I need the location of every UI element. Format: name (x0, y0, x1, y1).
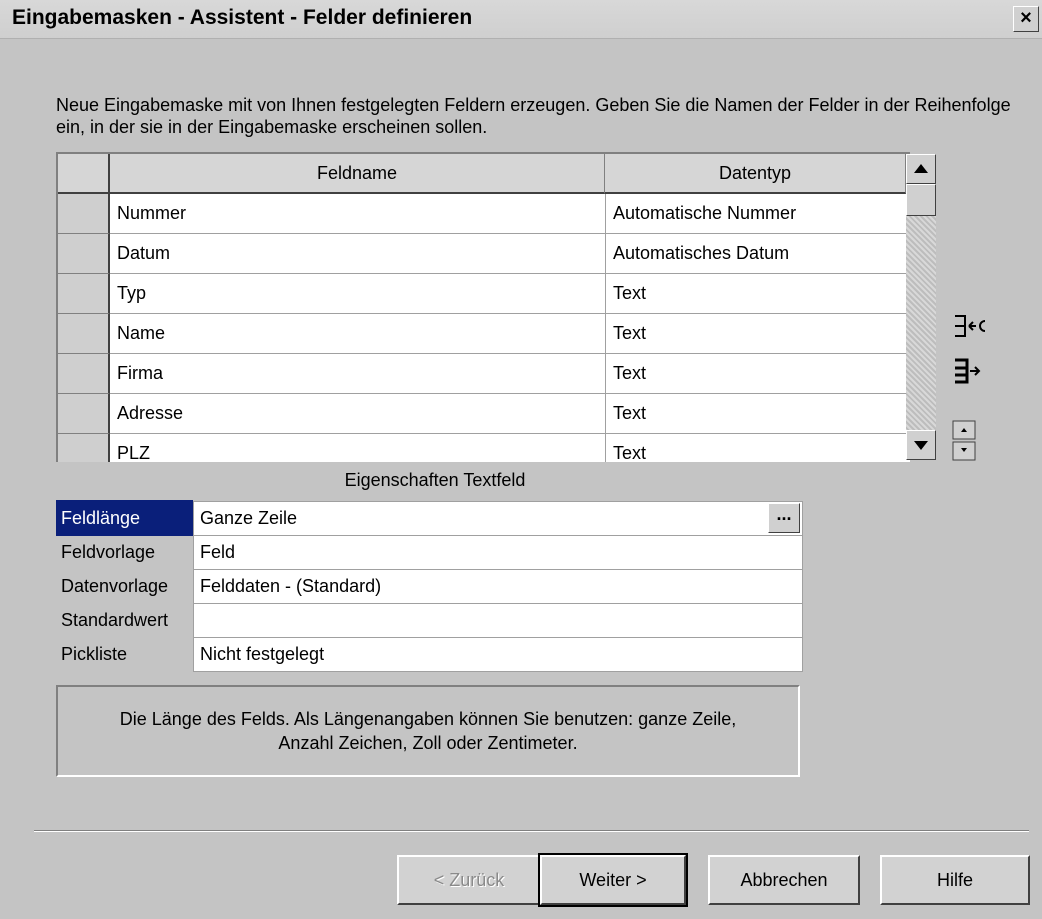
row-selector[interactable] (58, 234, 110, 274)
field-name-cell[interactable]: PLZ (110, 434, 606, 462)
property-row[interactable]: Feldvorlage Feld (56, 534, 803, 570)
data-type-cell[interactable]: Text (606, 314, 909, 353)
description-box: Die Länge des Felds. Als Längenangaben k… (56, 685, 800, 777)
arrow-down-icon (914, 441, 928, 450)
property-label[interactable]: Feldvorlage (56, 534, 193, 570)
table-row[interactable]: Nummer Automatische Nummer (110, 194, 910, 234)
field-name-cell[interactable]: Name (110, 314, 606, 353)
property-value[interactable]: Nicht festgelegt (193, 637, 803, 672)
delete-field-icon[interactable] (952, 312, 986, 340)
data-type-cell[interactable]: Automatisches Datum (606, 234, 909, 273)
scroll-thumb[interactable] (906, 184, 936, 216)
help-button[interactable]: Hilfe (880, 855, 1030, 905)
description-line: Die Länge des Felds. Als Längenangaben k… (119, 709, 737, 729)
intro-text: Neue Eingabemaske mit von Ihnen festgele… (56, 95, 1011, 137)
window-title: Eingabemasken - Assistent - Felder defin… (12, 6, 473, 29)
back-button[interactable]: < Zurück (397, 855, 541, 905)
properties-caption: Eigenschaften Textfeld (344, 470, 526, 490)
grid-corner (58, 154, 110, 194)
table-row[interactable]: PLZ Text (110, 434, 910, 462)
field-name-cell[interactable]: Firma (110, 354, 606, 393)
property-value[interactable]: Feld (193, 535, 803, 570)
property-value[interactable]: Felddaten - (Standard) (193, 569, 803, 604)
property-row[interactable]: Standardwert (56, 602, 803, 638)
property-value[interactable] (193, 603, 803, 638)
row-selector[interactable] (58, 434, 110, 462)
table-row[interactable]: Adresse Text (110, 394, 910, 434)
table-row[interactable]: Firma Text (110, 354, 910, 394)
data-type-cell[interactable]: Text (606, 354, 909, 393)
column-header-datentyp[interactable]: Datentyp (605, 154, 906, 194)
next-button[interactable]: Weiter > (538, 853, 688, 907)
column-header-feldname[interactable]: Feldname (110, 154, 605, 194)
property-label[interactable]: Pickliste (56, 636, 193, 672)
vertical-scrollbar[interactable] (906, 154, 936, 460)
close-button[interactable]: × (1013, 6, 1039, 32)
cancel-button[interactable]: Abbrechen (708, 855, 860, 905)
insert-field-icon[interactable] (952, 356, 986, 386)
table-row[interactable]: Name Text (110, 314, 910, 354)
row-selector[interactable] (58, 314, 110, 354)
property-row[interactable]: Datenvorlage Felddaten - (Standard) (56, 568, 803, 604)
ellipsis-button[interactable]: ... (768, 503, 800, 533)
move-field-icon[interactable] (952, 420, 978, 462)
data-type-cell[interactable]: Text (606, 394, 909, 433)
property-row[interactable]: Feldlänge Ganze Zeile ... (56, 500, 803, 536)
data-type-cell[interactable]: Text (606, 434, 909, 462)
data-type-cell[interactable]: Automatische Nummer (606, 194, 909, 233)
field-name-cell[interactable]: Nummer (110, 194, 606, 233)
fields-grid: Feldname Datentyp Nummer Automatische Nu… (56, 152, 910, 462)
scroll-up-button[interactable] (906, 154, 936, 184)
row-selector[interactable] (58, 194, 110, 234)
field-name-cell[interactable]: Typ (110, 274, 606, 313)
arrow-up-icon (914, 164, 928, 173)
scroll-down-button[interactable] (906, 430, 936, 460)
table-row[interactable]: Datum Automatisches Datum (110, 234, 910, 274)
row-selector[interactable] (58, 354, 110, 394)
title-bar: Eingabemasken - Assistent - Felder defin… (0, 0, 1042, 39)
row-selector[interactable] (58, 394, 110, 434)
property-row[interactable]: Pickliste Nicht festgelegt (56, 636, 803, 672)
description-line: Anzahl Zeichen, Zoll oder Zentimeter. (278, 733, 578, 753)
property-label[interactable]: Standardwert (56, 602, 193, 638)
divider (34, 830, 1029, 832)
property-value[interactable]: Ganze Zeile (193, 501, 803, 536)
field-name-cell[interactable]: Datum (110, 234, 606, 273)
row-selector[interactable] (58, 274, 110, 314)
data-type-cell[interactable]: Text (606, 274, 909, 313)
property-label[interactable]: Datenvorlage (56, 568, 193, 604)
field-name-cell[interactable]: Adresse (110, 394, 606, 433)
property-label[interactable]: Feldlänge (56, 500, 193, 536)
table-row[interactable]: Typ Text (110, 274, 910, 314)
